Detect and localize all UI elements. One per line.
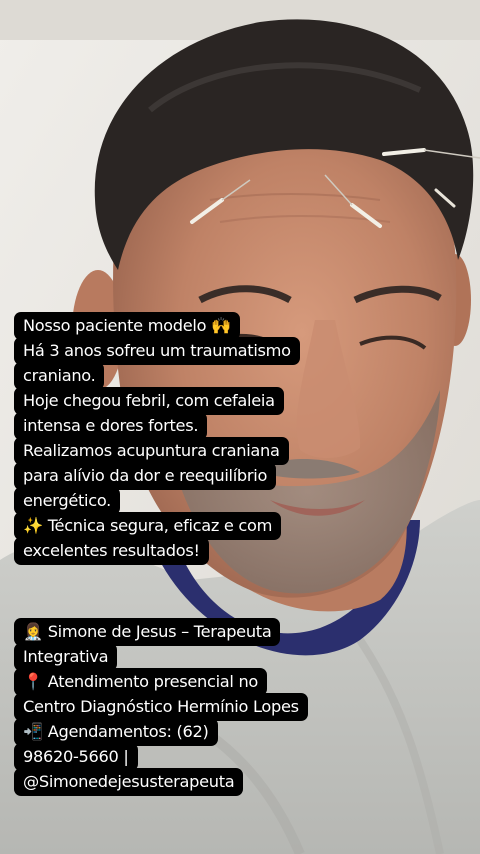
caption-line: intensa e dores fortes. bbox=[14, 412, 208, 440]
caption-line: Hoje chegou febril, com cefaleia bbox=[14, 387, 284, 415]
caption-line: @Simonedejesusterapeuta bbox=[14, 768, 244, 796]
caption-block-contact: 👩‍⚕️ Simone de Jesus – Terapeuta Integra… bbox=[14, 618, 308, 796]
story-frame: Nosso paciente modelo 🙌 Há 3 anos sofreu… bbox=[0, 0, 480, 854]
caption-line: Realizamos acupuntura craniana bbox=[14, 437, 289, 465]
caption-line: 98620-5660 | bbox=[14, 743, 138, 771]
caption-line: Há 3 anos sofreu um traumatismo bbox=[14, 337, 300, 365]
caption-line: excelentes resultados! bbox=[14, 537, 209, 565]
caption-block-story: Nosso paciente modelo 🙌 Há 3 anos sofreu… bbox=[14, 312, 300, 565]
caption-line: 👩‍⚕️ Simone de Jesus – Terapeuta bbox=[14, 618, 281, 646]
caption-line: energético. bbox=[14, 487, 120, 515]
caption-line: Centro Diagnóstico Hermínio Lopes bbox=[14, 693, 308, 721]
caption-line: Nosso paciente modelo 🙌 bbox=[14, 312, 240, 340]
caption-line: craniano. bbox=[14, 362, 105, 390]
caption-line: Integrativa bbox=[14, 643, 118, 671]
caption-line: para alívio da dor e reequilíbrio bbox=[14, 462, 277, 490]
caption-line: ✨ Técnica segura, eficaz e com bbox=[14, 512, 282, 540]
caption-line: 📍 Atendimento presencial no bbox=[14, 668, 268, 696]
caption-line: 📲 Agendamentos: (62) bbox=[14, 718, 218, 746]
